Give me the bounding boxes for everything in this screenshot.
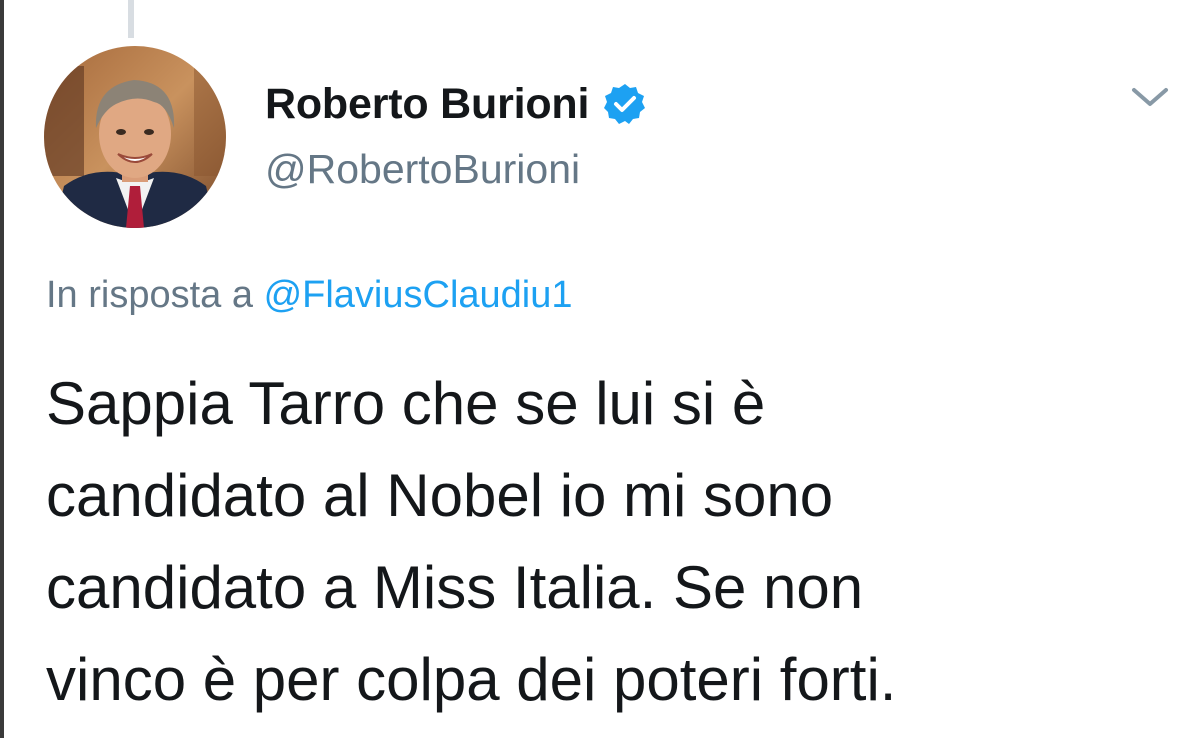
window-edge xyxy=(0,0,4,738)
tweet-text: Sappia Tarro che se lui si è candidato a… xyxy=(46,358,1156,726)
tweet-text-line: candidato al Nobel io mi sono xyxy=(46,462,834,529)
tweet-text-line: candidato a Miss Italia. Se non xyxy=(46,554,864,621)
verified-badge-icon xyxy=(603,82,647,126)
tweet-text-line: Sappia Tarro che se lui si è xyxy=(46,370,766,437)
tweet-text-line: vinco è per colpa dei poteri forti. xyxy=(46,646,897,713)
author-handle[interactable]: @RobertoBurioni xyxy=(265,146,580,193)
reply-context: In risposta a @FlaviusClaudiu1 xyxy=(46,274,573,317)
thread-connector xyxy=(128,0,134,38)
author-row: Roberto Burioni xyxy=(265,74,647,134)
reply-mention-link[interactable]: @FlaviusClaudiu1 xyxy=(264,274,573,316)
author-display-name[interactable]: Roberto Burioni xyxy=(265,80,589,129)
avatar-photo xyxy=(44,46,226,228)
avatar[interactable] xyxy=(44,46,226,228)
chevron-down-icon[interactable] xyxy=(1128,82,1172,112)
reply-prefix: In risposta a xyxy=(46,274,253,316)
